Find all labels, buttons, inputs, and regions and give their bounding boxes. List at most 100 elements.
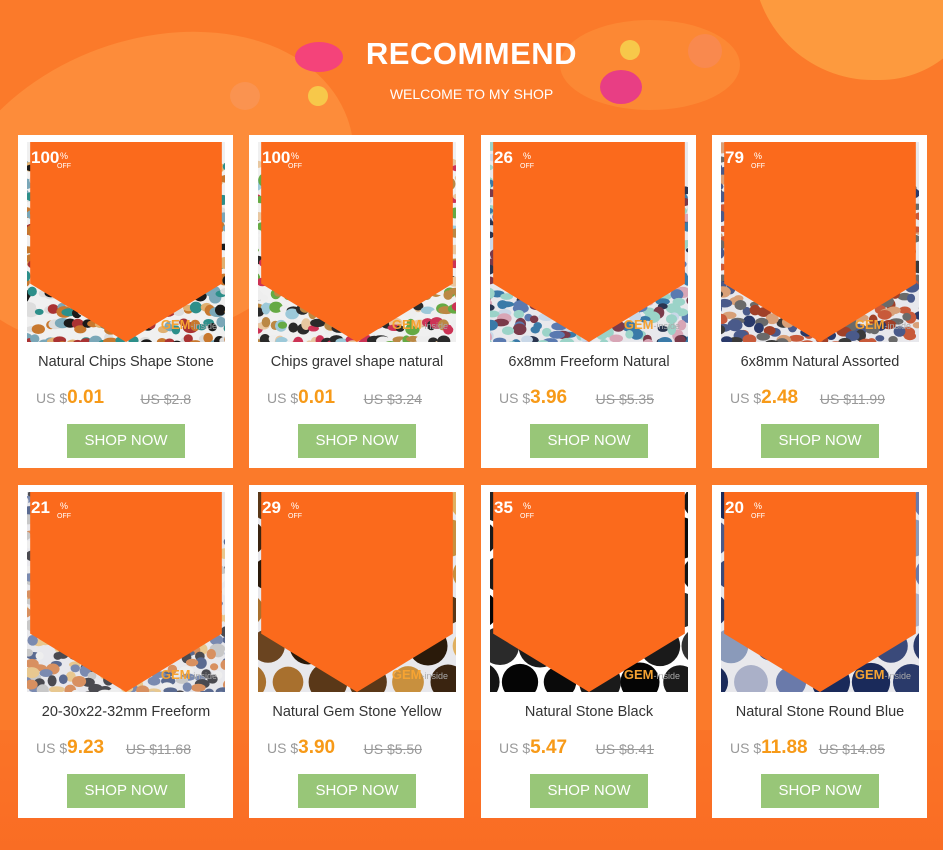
discount-percent-sign: % (523, 501, 532, 511)
discount-percent-sign: % (754, 501, 763, 511)
price-amount: 0.01 (298, 387, 336, 408)
original-price: US $14.85 (818, 741, 885, 757)
discount-value: 21 (31, 498, 50, 517)
product-title[interactable]: Natural Stone Black (489, 704, 689, 721)
current-price: US $2.48 (730, 387, 798, 409)
discount-badge: 21 % OFF (27, 492, 222, 692)
product-card[interactable]: 21 % OFF GEM-inside 20-30x22-32mm Freefo… (18, 485, 233, 818)
current-price: US $0.01 (36, 387, 104, 409)
price-currency: US $ (730, 740, 762, 756)
discount-percent-sign: % (291, 501, 300, 511)
discount-badge: 29 % OFF (258, 492, 453, 692)
product-card[interactable]: 29 % OFF GEM-inside Natural Gem Stone Ye… (249, 485, 464, 818)
product-title[interactable]: 20-30x22-32mm Freeform (26, 704, 226, 721)
shop-now-button[interactable]: SHOP NOW (530, 424, 648, 458)
discount-percent-sign: % (754, 151, 763, 161)
discount-badge: 20 % OFF (721, 492, 916, 692)
discount-value: 29 (262, 498, 281, 517)
discount-off-label: OFF (57, 163, 71, 170)
gem-inside-logo: GEM-inside (160, 667, 217, 682)
product-title[interactable]: 6x8mm Freeform Natural (489, 354, 689, 371)
discount-percent-sign: % (60, 151, 69, 161)
discount-value: 100 (31, 148, 60, 167)
gem-inside-logo: GEM-inside (391, 317, 448, 332)
shop-now-button[interactable]: SHOP NOW (298, 424, 416, 458)
product-image[interactable]: 100 % OFF GEM-inside (27, 142, 225, 342)
discount-badge: 100 % OFF (258, 142, 453, 342)
shop-now-button[interactable]: SHOP NOW (530, 774, 648, 808)
discount-value: 20 (725, 498, 744, 517)
current-price: US $3.96 (499, 387, 567, 409)
discount-badge: 100 % OFF (27, 142, 222, 342)
product-image[interactable]: 100 % OFF GEM-inside (258, 142, 456, 342)
shop-now-button[interactable]: SHOP NOW (761, 774, 879, 808)
discount-off-label: OFF (520, 163, 534, 170)
product-card[interactable]: 79 % OFF GEM-inside 6x8mm Natural Assort… (712, 135, 927, 468)
product-card[interactable]: 26 % OFF GEM-inside 6x8mm Freeform Natur… (481, 135, 696, 468)
page-subtitle: WELCOME TO MY SHOP (389, 86, 554, 102)
discount-off-label: OFF (751, 513, 765, 520)
product-image[interactable]: 35 % OFF GEM-inside (490, 492, 688, 692)
product-image[interactable]: 26 % OFF GEM-inside (490, 142, 688, 342)
product-card[interactable]: 20 % OFF GEM-inside Natural Stone Round … (712, 485, 927, 818)
discount-badge: 35 % OFF (490, 492, 685, 692)
discount-badge: 26 % OFF (490, 142, 685, 342)
product-title[interactable]: Natural Stone Round Blue (720, 704, 920, 721)
product-image[interactable]: 20 % OFF GEM-inside (721, 492, 919, 692)
current-price: US $3.90 (267, 737, 335, 759)
product-card[interactable]: 35 % OFF GEM-inside Natural Stone Black … (481, 485, 696, 818)
product-title[interactable]: Natural Gem Stone Yellow (257, 704, 457, 721)
current-price: US $0.01 (267, 387, 335, 409)
gem-inside-logo: GEM-inside (623, 317, 680, 332)
discount-value: 100 (262, 148, 291, 167)
price-currency: US $ (267, 390, 299, 406)
product-card[interactable]: 100 % OFF GEM-inside Chips gravel shape … (249, 135, 464, 468)
product-title[interactable]: Chips gravel shape natural (257, 354, 457, 371)
discount-value: 26 (494, 148, 513, 167)
price-amount: 5.47 (530, 737, 568, 758)
discount-value: 35 (494, 498, 513, 517)
original-price: US $2.8 (140, 391, 191, 407)
shop-now-button[interactable]: SHOP NOW (67, 424, 185, 458)
price-amount: 3.96 (530, 387, 568, 408)
original-price: US $11.99 (819, 391, 885, 407)
price-currency: US $ (499, 740, 531, 756)
gem-inside-logo: GEM-inside (854, 667, 911, 682)
price-currency: US $ (267, 740, 299, 756)
price-amount: 9.23 (67, 737, 105, 758)
original-price: US $5.35 (595, 391, 654, 407)
current-price: US $9.23 (36, 737, 104, 759)
discount-off-label: OFF (520, 513, 534, 520)
product-card[interactable]: 100 % OFF GEM-inside Natural Chips Shape… (18, 135, 233, 468)
gem-inside-logo: GEM-inside (160, 317, 217, 332)
gem-inside-logo: GEM-inside (623, 667, 680, 682)
current-price: US $5.47 (499, 737, 567, 759)
price-amount: 0.01 (67, 387, 105, 408)
product-title[interactable]: Natural Chips Shape Stone (26, 354, 226, 371)
current-price: US $11.88 (730, 737, 808, 759)
price-amount: 3.90 (298, 737, 336, 758)
discount-percent-sign: % (523, 151, 532, 161)
shop-now-button[interactable]: SHOP NOW (761, 424, 879, 458)
original-price: US $11.68 (125, 741, 191, 757)
discount-percent-sign: % (291, 151, 300, 161)
discount-off-label: OFF (288, 513, 302, 520)
price-amount: 2.48 (761, 387, 799, 408)
shop-now-button[interactable]: SHOP NOW (67, 774, 185, 808)
original-price: US $5.50 (363, 741, 422, 757)
product-title[interactable]: 6x8mm Natural Assorted (720, 354, 920, 371)
product-image[interactable]: 21 % OFF GEM-inside (27, 492, 225, 692)
price-currency: US $ (730, 390, 762, 406)
product-image[interactable]: 79 % OFF GEM-inside (721, 142, 919, 342)
discount-percent-sign: % (60, 501, 69, 511)
gem-inside-logo: GEM-inside (391, 667, 448, 682)
product-image[interactable]: 29 % OFF GEM-inside (258, 492, 456, 692)
discount-value: 79 (725, 148, 744, 167)
discount-off-label: OFF (288, 163, 302, 170)
shop-now-button[interactable]: SHOP NOW (298, 774, 416, 808)
price-currency: US $ (36, 390, 68, 406)
price-currency: US $ (36, 740, 68, 756)
price-amount: 11.88 (761, 737, 808, 758)
header: RECOMMEND WELCOME TO MY SHOP (0, 0, 943, 120)
price-currency: US $ (499, 390, 531, 406)
